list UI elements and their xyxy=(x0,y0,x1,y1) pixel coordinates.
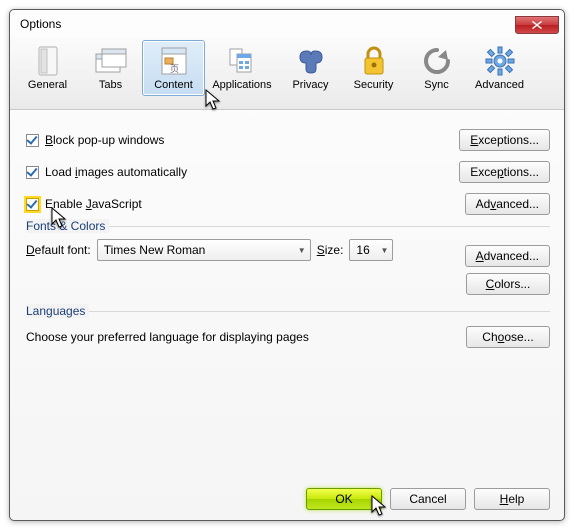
applications-icon xyxy=(226,45,258,77)
tab-label: Content xyxy=(154,79,193,91)
help-button[interactable]: Help xyxy=(474,488,550,510)
tab-label: Sync xyxy=(424,79,448,91)
row-enable-javascript: Enable JavaScript Advanced... xyxy=(26,192,550,216)
group-title: Fonts & Colors xyxy=(26,219,109,233)
general-icon xyxy=(32,45,64,77)
font-size-select[interactable]: 16 ▼ xyxy=(349,239,393,261)
row-load-images: Load images automatically Exceptions... xyxy=(26,160,550,184)
cancel-button[interactable]: Cancel xyxy=(390,488,466,510)
select-value: Times New Roman xyxy=(104,243,206,257)
exceptions-popups-button[interactable]: Exceptions... xyxy=(459,129,550,151)
tab-label: Advanced xyxy=(475,79,524,91)
window-title: Options xyxy=(20,17,61,31)
category-toolbar: General Tabs 页 Content Applications Priv… xyxy=(10,38,564,110)
tab-applications[interactable]: Applications xyxy=(205,40,279,96)
group-title: Languages xyxy=(26,304,89,318)
checkbox-label: Enable JavaScript xyxy=(45,197,142,211)
sync-icon xyxy=(421,45,453,77)
group-languages: Languages Choose your preferred language… xyxy=(26,311,550,348)
languages-desc: Choose your preferred language for displ… xyxy=(26,330,309,344)
choose-language-button[interactable]: Choose... xyxy=(466,326,550,348)
svg-text:页: 页 xyxy=(170,64,179,74)
tab-label: Tabs xyxy=(99,79,122,91)
default-font-label: Default font: xyxy=(26,243,91,257)
checkbox-icon xyxy=(26,198,39,211)
checkbox-block-popups[interactable]: Block pop-up windows xyxy=(26,133,164,147)
chevron-down-icon: ▼ xyxy=(381,246,389,255)
content-icon: 页 xyxy=(158,45,190,77)
checkbox-label: Load images automatically xyxy=(45,165,187,179)
tab-tabs[interactable]: Tabs xyxy=(79,40,142,96)
tab-privacy[interactable]: Privacy xyxy=(279,40,342,96)
size-label: Size: xyxy=(317,243,344,257)
checkbox-icon xyxy=(26,166,39,179)
ok-button[interactable]: OK xyxy=(306,488,382,510)
advanced-js-button[interactable]: Advanced... xyxy=(465,193,550,215)
tab-content[interactable]: 页 Content xyxy=(142,40,205,96)
close-button[interactable] xyxy=(515,16,559,34)
gear-icon xyxy=(484,45,516,77)
tab-advanced[interactable]: Advanced xyxy=(468,40,531,96)
exceptions-images-button[interactable]: Exceptions... xyxy=(459,161,550,183)
group-fonts-colors: Fonts & Colors Default font: Times New R… xyxy=(26,226,550,295)
tab-label: Privacy xyxy=(292,79,328,91)
security-icon xyxy=(358,45,390,77)
privacy-icon xyxy=(295,45,327,77)
tab-security[interactable]: Security xyxy=(342,40,405,96)
default-font-select[interactable]: Times New Roman ▼ xyxy=(97,239,311,261)
tab-label: Applications xyxy=(212,79,271,91)
tab-sync[interactable]: Sync xyxy=(405,40,468,96)
tab-general[interactable]: General xyxy=(16,40,79,96)
tab-label: General xyxy=(28,79,67,91)
checkbox-load-images[interactable]: Load images automatically xyxy=(26,165,187,179)
tab-label: Security xyxy=(354,79,394,91)
chevron-down-icon: ▼ xyxy=(298,246,306,255)
close-icon xyxy=(532,21,542,29)
checkbox-label: Block pop-up windows xyxy=(45,133,164,147)
content-panel: Block pop-up windows Exceptions... Load … xyxy=(10,110,564,358)
titlebar: Options xyxy=(10,10,564,38)
checkbox-enable-javascript[interactable]: Enable JavaScript xyxy=(26,197,142,211)
row-block-popups: Block pop-up windows Exceptions... xyxy=(26,128,550,152)
colors-button[interactable]: Colors... xyxy=(466,273,550,295)
fonts-advanced-button[interactable]: Advanced... xyxy=(465,245,550,267)
select-value: 16 xyxy=(356,243,369,257)
tabs-icon xyxy=(95,45,127,77)
checkbox-icon xyxy=(26,134,39,147)
dialog-buttons: OK Cancel Help xyxy=(306,488,550,510)
options-window: Options General Tabs 页 Content xyxy=(9,9,565,521)
